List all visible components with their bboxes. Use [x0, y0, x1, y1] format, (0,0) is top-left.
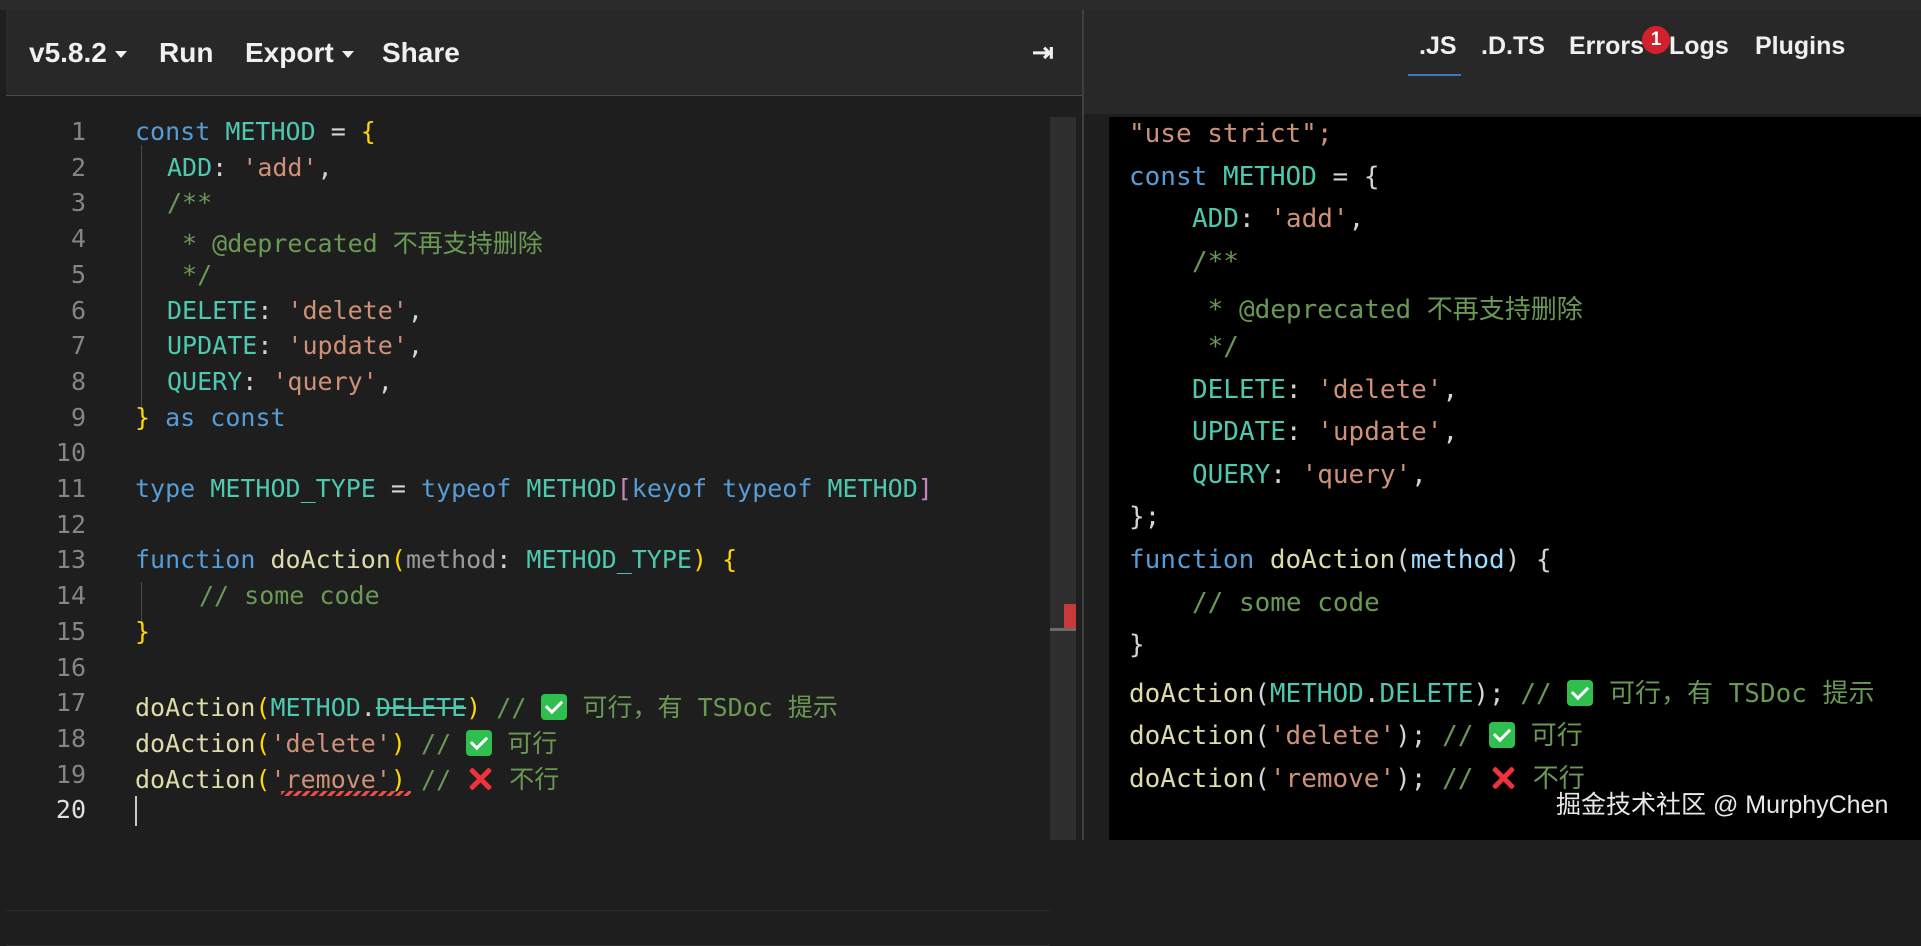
share-button[interactable]: Share	[382, 10, 460, 95]
cross-mark-icon	[466, 765, 494, 793]
chevron-down-icon	[341, 51, 354, 59]
tab-active-indicator	[1408, 74, 1461, 76]
output-line: UPDATE: 'update',	[1192, 417, 1459, 448]
run-button[interactable]: Run	[159, 10, 213, 95]
code-line: } as const	[135, 402, 286, 432]
js-output-pane: "use strict"; const METHOD = { ADD: 'add…	[1109, 117, 1921, 840]
output-line: "use strict";	[1129, 119, 1333, 149]
output-line: }	[1129, 630, 1145, 661]
output-line: DELETE: 'delete',	[1192, 374, 1459, 405]
version-dropdown[interactable]: v5.8.2	[29, 10, 127, 95]
output-line: doAction('remove'); // 不行	[1129, 764, 1585, 794]
tab-logs[interactable]: Logs	[1669, 32, 1729, 61]
output-line: doAction(METHOD.DELETE); // 可行，有 TSDoc 提…	[1129, 678, 1875, 709]
line-number: 9	[70, 402, 86, 432]
code-line: */	[167, 259, 213, 289]
output-line: */	[1192, 332, 1239, 362]
code-line: /**	[167, 188, 213, 218]
code-line: ADD: 'add',	[167, 152, 333, 182]
version-label: v5.8.2	[29, 37, 107, 68]
line-number: 19	[55, 759, 86, 789]
output-line: };	[1129, 502, 1161, 533]
code-line: // some code	[199, 581, 380, 611]
chevron-down-icon	[114, 51, 127, 59]
tab-plugins[interactable]: Plugins	[1755, 32, 1845, 61]
line-number: 10	[55, 438, 86, 468]
line-number: 1	[70, 117, 86, 146]
output-line: * @deprecated 不再支持删除	[1192, 295, 1583, 326]
check-mark-icon	[1489, 722, 1516, 749]
line-number: 15	[55, 616, 86, 646]
scrollbar-position-marker	[1050, 628, 1076, 631]
code-line: doAction(METHOD.DELETE) // 可行，有 TSDoc 提示	[135, 693, 838, 723]
line-number: 16	[55, 652, 86, 682]
code-line: type METHOD_TYPE = typeof METHOD[keyof t…	[135, 474, 933, 503]
code-line: DELETE: 'delete',	[167, 295, 423, 325]
export-label: Export	[245, 37, 334, 68]
line-number: 18	[55, 723, 86, 753]
editor-toolbar: v5.8.2 Run Export Share ⇥	[6, 10, 1082, 96]
output-line: ADD: 'add',	[1192, 204, 1365, 235]
line-number: 6	[70, 295, 86, 325]
check-mark-icon	[541, 694, 568, 721]
export-dropdown[interactable]: Export	[245, 10, 354, 95]
code-line: doAction('delete') // 可行	[135, 728, 558, 758]
code-editor[interactable]: 1 2 3 4 5 6 7 8 9 10 11 12 13 14 15 16 1…	[6, 117, 1050, 946]
code-line: * @deprecated 不再支持删除	[167, 229, 543, 259]
cross-mark-icon	[1489, 764, 1517, 792]
output-line: QUERY: 'query',	[1192, 459, 1427, 490]
pane-divider[interactable]	[1082, 10, 1084, 840]
line-number: 20	[55, 795, 86, 825]
watermark-text: 掘金技术社区 @ MurphyChen	[1556, 791, 1889, 819]
line-number: 17	[55, 688, 86, 718]
check-mark-icon	[466, 729, 493, 756]
code-line: QUERY: 'query',	[167, 366, 393, 396]
editor-scrollbar[interactable]	[1050, 117, 1076, 840]
line-number: 5	[70, 259, 86, 289]
line-number: 11	[55, 474, 86, 503]
output-toolbar	[1084, 10, 1921, 114]
line-number: 3	[70, 188, 86, 218]
scrollbar-error-marker	[1064, 604, 1076, 630]
line-number: 14	[55, 581, 86, 611]
tab-errors[interactable]: Errors	[1569, 32, 1644, 61]
output-line: const METHOD = {	[1129, 161, 1380, 192]
line-number: 12	[55, 509, 86, 539]
check-mark-icon	[1567, 679, 1594, 706]
line-number: 8	[70, 366, 86, 396]
output-line: // some code	[1192, 587, 1380, 618]
code-line: function doAction(method: METHOD_TYPE) {	[135, 545, 738, 575]
code-line: }	[135, 616, 151, 646]
output-line: function doAction(method) {	[1129, 545, 1552, 575]
code-line: UPDATE: 'update',	[167, 331, 423, 361]
indent-guide	[141, 145, 142, 409]
text-cursor	[135, 796, 137, 826]
window-top-strip	[0, 0, 1921, 10]
line-number: 13	[55, 545, 86, 575]
output-line: /**	[1192, 246, 1239, 277]
line-number: 4	[70, 224, 86, 254]
line-number: 7	[70, 331, 86, 361]
collapse-panel-icon[interactable]: ⇥	[1032, 10, 1054, 95]
output-line: doAction('delete'); // 可行	[1129, 721, 1583, 752]
tab-js[interactable]: .JS	[1419, 32, 1457, 61]
errors-count-badge: 1	[1642, 26, 1670, 54]
code-line: const METHOD = {	[135, 117, 376, 146]
current-line-highlight	[6, 910, 1050, 946]
line-number: 2	[70, 152, 86, 182]
tab-dts[interactable]: .D.TS	[1481, 32, 1545, 61]
error-squiggle[interactable]	[281, 791, 411, 796]
